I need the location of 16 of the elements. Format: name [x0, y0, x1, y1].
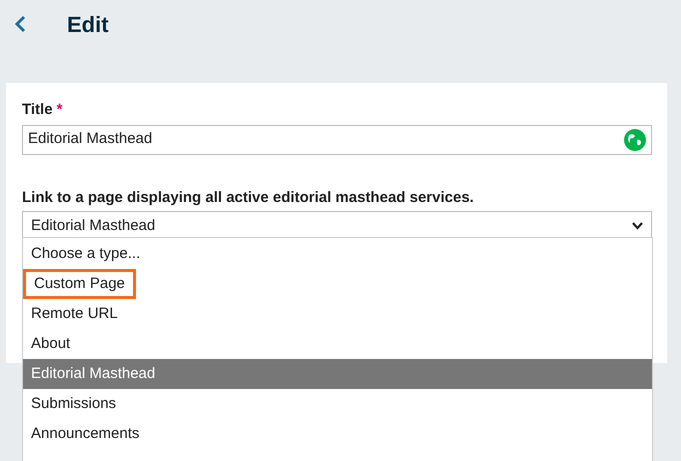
back-button[interactable] [12, 13, 28, 35]
field-label: Link to a page displaying all active editorial masthead services. [22, 188, 475, 208]
field-label: Title [22, 100, 53, 120]
globe-icon [624, 128, 646, 150]
dropdown-option[interactable]: Editorial Masthead [23, 359, 652, 389]
dropdown-option[interactable]: Choose a type... [23, 239, 652, 269]
page-title: Edit [67, 10, 109, 38]
dropdown-option[interactable]: Custom Page [23, 269, 652, 299]
dropdown-option[interactable]: Remote URL [23, 299, 652, 329]
dropdown-option[interactable]: Submissions [23, 389, 652, 419]
chevron-down-icon [632, 222, 643, 230]
dropdown-option[interactable]: Announcements [23, 419, 652, 449]
back-icon [14, 15, 26, 33]
required-mark: * [56, 100, 62, 120]
title-field[interactable]: Editorial Masthead [22, 124, 652, 154]
dropdown-option[interactable]: About [23, 329, 652, 359]
